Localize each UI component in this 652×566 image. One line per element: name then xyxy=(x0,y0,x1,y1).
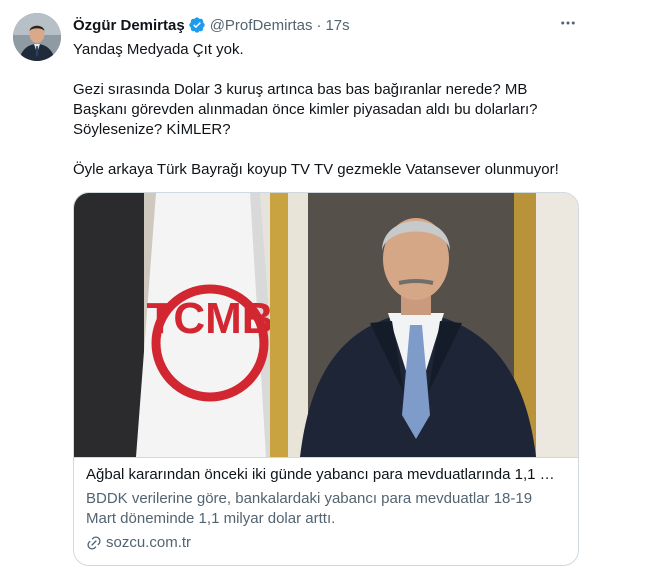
tweet-header: Özgür Demirtaş @ProfDemirtas · 17s xyxy=(73,14,577,36)
tweet[interactable]: Özgür Demirtaş @ProfDemirtas · 17s Yanda… xyxy=(0,0,597,566)
card-domain-text: sozcu.com.tr xyxy=(106,534,192,551)
avatar[interactable] xyxy=(13,13,61,61)
avatar-photo xyxy=(13,13,61,61)
display-name[interactable]: Özgür Demirtaş xyxy=(73,17,185,34)
timestamp[interactable]: 17s xyxy=(325,17,349,34)
more-horizontal-icon[interactable] xyxy=(555,12,581,34)
tweet-paragraph: Öyle arkaya Türk Bayrağı koyup TV TV gez… xyxy=(73,161,559,178)
handle[interactable]: @ProfDemirtas xyxy=(210,17,313,34)
card-title: Ağbal kararından önceki iki günde yabanc… xyxy=(86,466,566,483)
tweet-paragraph: Yandaş Medyada Çıt yok. xyxy=(73,41,244,58)
tcmb-logo-mark: TCMB xyxy=(146,294,273,343)
card-description: BDDK verilerine göre, bankalardaki yaban… xyxy=(86,490,533,527)
right-gutter xyxy=(597,0,652,566)
tweet-paragraph: Gezi sırasında Dolar 3 kuruş artınca bas… xyxy=(73,81,538,138)
verified-badge-icon xyxy=(188,16,206,34)
separator-dot: · xyxy=(316,16,322,34)
card-domain: sozcu.com.tr xyxy=(86,533,191,553)
link-preview-card[interactable]: TCMB Ağbal kararından önceki iki günde y… xyxy=(73,192,579,566)
card-divider xyxy=(74,457,578,458)
card-image: TCMB xyxy=(74,193,578,457)
link-icon xyxy=(86,535,102,551)
